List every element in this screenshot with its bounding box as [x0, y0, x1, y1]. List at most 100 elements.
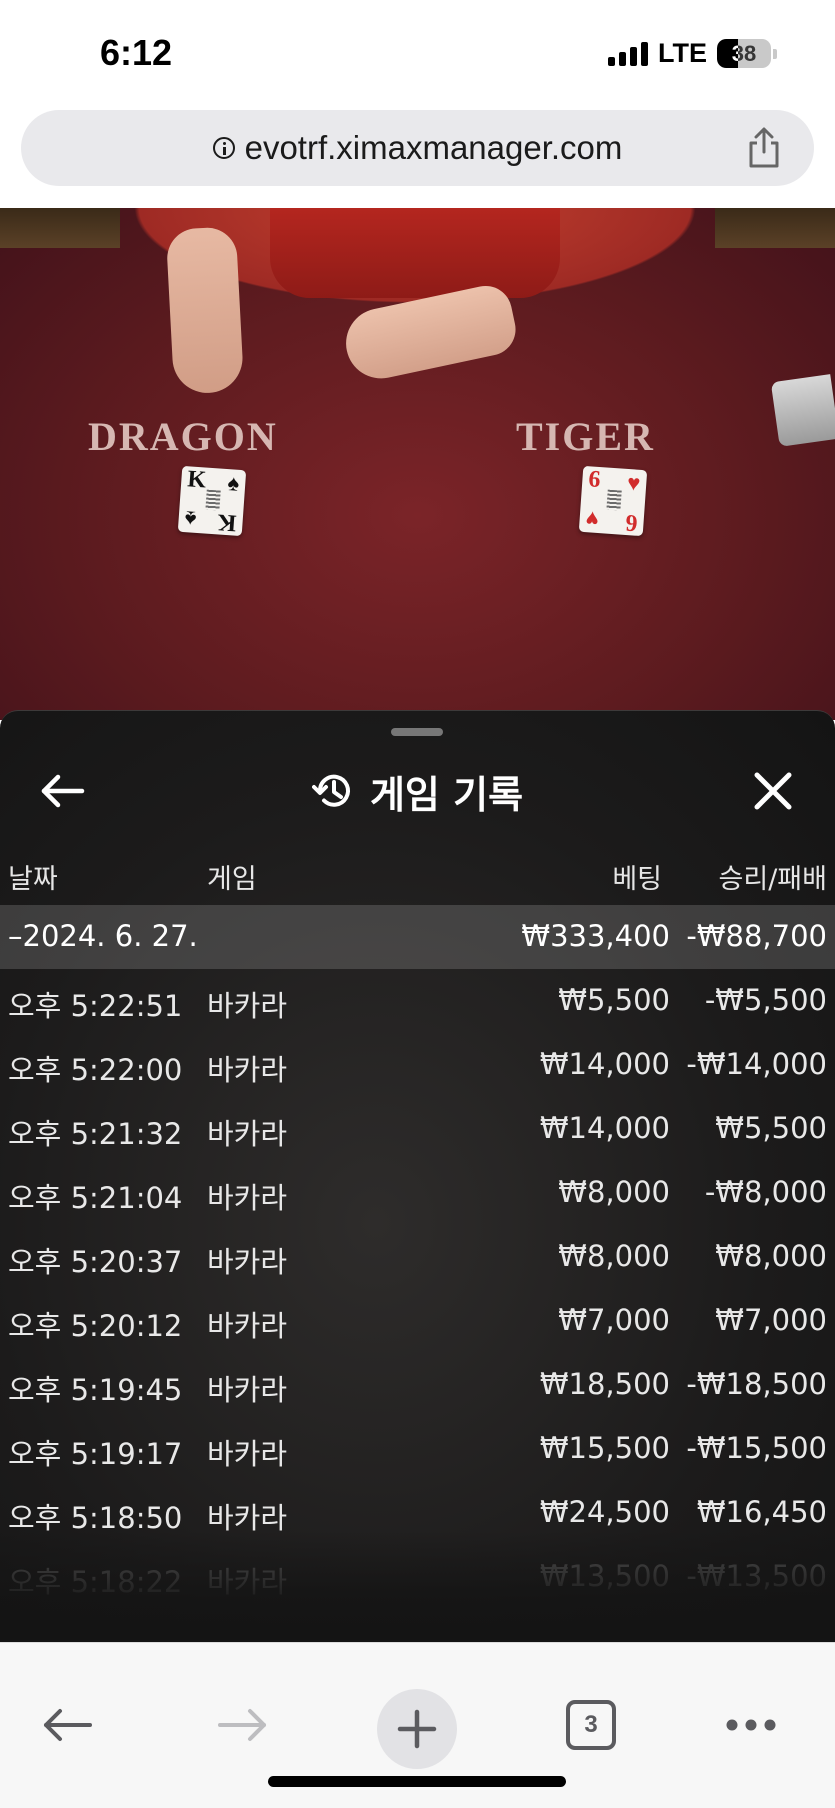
more-button[interactable]	[711, 1685, 791, 1765]
dragon-card-suit-icon: ♠	[226, 470, 241, 496]
panel-title: 게임 기록	[369, 772, 524, 817]
row-result: ₩7,000	[715, 1303, 827, 1337]
row-bet: ₩7,000	[558, 1303, 670, 1337]
row-result: ₩8,000	[715, 1239, 827, 1273]
row-result: -₩5,500	[704, 983, 827, 1017]
row-game: 바카라	[207, 1053, 288, 1087]
row-result: -₩14,000	[686, 1047, 827, 1081]
close-icon[interactable]	[751, 769, 795, 813]
table-row[interactable]: 오후 5:18:22 바카라 ₩13,500 -₩13,500	[0, 1545, 835, 1609]
address-bar[interactable]: evotrf.ximaxmanager.com	[21, 110, 814, 186]
dragon-card: K ♠ ♠ K	[177, 465, 247, 537]
browser-back-button[interactable]	[27, 1685, 107, 1765]
table-header: 날짜 게임 베팅 승리/패배	[0, 843, 835, 903]
row-time: 오후 5:20:12	[8, 1309, 183, 1343]
dealer	[270, 208, 560, 298]
plus-icon	[397, 1709, 437, 1749]
row-bet: ₩18,500	[539, 1367, 670, 1401]
row-bet: ₩5,500	[558, 983, 670, 1017]
table-row[interactable]: 오후 5:18:50 바카라 ₩24,500 ₩16,450	[0, 1481, 835, 1545]
dragon-label: DRAGON	[88, 414, 278, 459]
row-result: ₩5,500	[715, 1111, 827, 1145]
table-row[interactable]: 오후 5:21:04 바카라 ₩8,000 -₩8,000	[0, 1161, 835, 1225]
dragon-card-suit-icon-bottom: ♠	[183, 506, 198, 532]
group-result-total: -₩88,700	[686, 919, 827, 953]
group-bet-total: ₩333,400	[521, 919, 670, 953]
live-game-video[interactable]: DRAGON TIGER K ♠ ♠ K 6 ♥ ♥ 6	[0, 208, 835, 720]
battery-icon: 38	[717, 39, 777, 68]
row-time: 오후 5:19:45	[8, 1373, 183, 1407]
new-tab-button[interactable]	[377, 1689, 457, 1769]
tiger-card-rank: 6	[587, 466, 602, 494]
table-row[interactable]: 오후 5:21:32 바카라 ₩14,000 ₩5,500	[0, 1097, 835, 1161]
column-header-date[interactable]: 날짜	[8, 857, 58, 896]
date-group-row[interactable]: –2024. 6. 27. ₩333,400 -₩88,700	[0, 905, 835, 969]
history-icon	[311, 774, 350, 807]
row-game: 바카라	[207, 1437, 288, 1471]
row-bet: ₩14,000	[539, 1111, 670, 1145]
table-row[interactable]: 오후 5:20:37 바카라 ₩8,000 ₩8,000	[0, 1225, 835, 1289]
row-game: 바카라	[207, 1181, 288, 1215]
table-row[interactable]: 오후 5:19:17 바카라 ₩15,500 -₩15,500	[0, 1417, 835, 1481]
arrow-left-icon	[44, 1709, 92, 1741]
network-type: LTE	[658, 38, 707, 68]
status-time: 6:12	[100, 32, 173, 73]
column-header-game[interactable]: 게임	[207, 857, 257, 896]
row-game: 바카라	[207, 1565, 288, 1599]
status-bar: 6:12 LTE 38	[0, 0, 835, 105]
row-time: 오후 5:21:04	[8, 1181, 183, 1215]
row-time: 오후 5:22:51	[8, 989, 183, 1023]
tabs-button[interactable]: 3	[551, 1685, 631, 1765]
tiger-card-suit-icon: ♥	[626, 469, 642, 496]
url-text[interactable]: evotrf.ximaxmanager.com	[245, 129, 623, 167]
more-icon	[726, 1719, 776, 1731]
row-bet: ₩14,000	[539, 1047, 670, 1081]
cellular-signal-icon	[608, 41, 648, 66]
table-row[interactable]: 오후 5:22:51 바카라 ₩5,500 -₩5,500	[0, 969, 835, 1033]
row-time: 오후 5:20:37	[8, 1245, 183, 1279]
tab-count: 3	[566, 1700, 616, 1750]
tiger-label: TIGER	[516, 414, 655, 459]
history-list: 오후 5:22:51 바카라 ₩5,500 -₩5,500 오후 5:22:00…	[0, 969, 835, 1609]
tiger-card-rank-bottom: 6	[624, 508, 639, 536]
panel-header: 게임 기록	[0, 751, 835, 831]
column-header-result[interactable]: 승리/패배	[719, 857, 827, 896]
row-game: 바카라	[207, 1117, 288, 1151]
row-game: 바카라	[207, 989, 288, 1023]
row-result: -₩8,000	[704, 1175, 827, 1209]
row-result: -₩18,500	[686, 1367, 827, 1401]
row-time: 오후 5:18:50	[8, 1501, 183, 1535]
panel-drag-handle[interactable]	[391, 728, 443, 736]
dragon-card-rank-bottom: K	[217, 508, 238, 536]
home-indicator[interactable]	[268, 1776, 566, 1787]
status-indicators: LTE 38	[608, 38, 777, 69]
row-time: 오후 5:19:17	[8, 1437, 183, 1471]
dragon-card-rank: K	[186, 466, 207, 494]
info-icon[interactable]	[212, 137, 235, 159]
row-time: 오후 5:21:32	[8, 1117, 183, 1151]
row-result: ₩16,450	[696, 1495, 827, 1529]
battery-level: 38	[731, 40, 757, 66]
row-result: -₩13,500	[686, 1559, 827, 1593]
column-header-bet[interactable]: 베팅	[612, 857, 662, 896]
browser-forward-button[interactable]	[203, 1685, 283, 1765]
row-game: 바카라	[207, 1501, 288, 1535]
row-bet: ₩8,000	[558, 1175, 670, 1209]
tiger-card-suit-icon-bottom: ♥	[584, 506, 600, 533]
tiger-card: 6 ♥ ♥ 6	[578, 465, 648, 537]
share-icon[interactable]	[742, 126, 786, 170]
row-time: 오후 5:22:00	[8, 1053, 183, 1087]
card-shoe	[770, 374, 835, 447]
table-row[interactable]: 오후 5:19:45 바카라 ₩18,500 -₩18,500	[0, 1353, 835, 1417]
table-row[interactable]: 오후 5:22:00 바카라 ₩14,000 -₩14,000	[0, 1033, 835, 1097]
row-game: 바카라	[207, 1373, 288, 1407]
group-date: –2024. 6. 27.	[8, 919, 198, 953]
row-bet: ₩24,500	[539, 1495, 670, 1529]
row-time: 오후 5:18:22	[8, 1565, 183, 1599]
row-game: 바카라	[207, 1245, 288, 1279]
table-row[interactable]: 오후 5:20:12 바카라 ₩7,000 ₩7,000	[0, 1289, 835, 1353]
row-result: -₩15,500	[686, 1431, 827, 1465]
row-bet: ₩15,500	[539, 1431, 670, 1465]
dealer-left-hand	[165, 226, 245, 395]
game-history-panel: 게임 기록 날짜 게임 베팅 승리/패배 –2024. 6. 27. ₩333,…	[0, 710, 835, 1642]
